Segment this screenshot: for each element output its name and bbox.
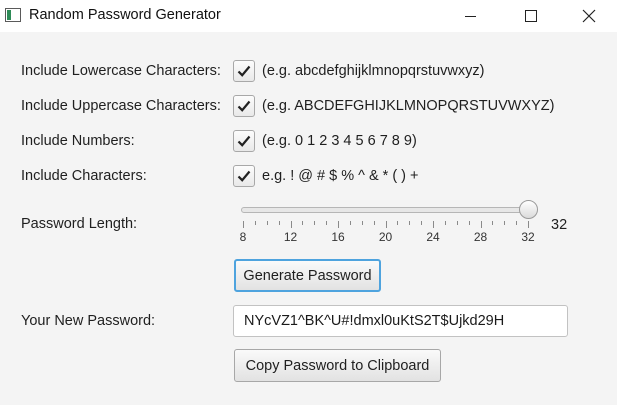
numbers-hint: (e.g. 0 1 2 3 4 5 6 7 8 9) (262, 133, 417, 149)
close-icon (582, 9, 596, 23)
major-tick (385, 221, 387, 228)
special-characters-label: Include Characters: (21, 168, 147, 184)
minor-tick (349, 221, 351, 225)
tick-label: 20 (378, 230, 393, 244)
numbers-checkbox[interactable] (233, 130, 255, 152)
password-length-slider[interactable]: 8 12 16 20 24 28 32 (233, 197, 543, 247)
major-tick (433, 221, 434, 228)
new-password-field[interactable] (233, 305, 568, 337)
numbers-label: Include Numbers: (21, 133, 135, 149)
window-title: Random Password Generator (29, 7, 221, 23)
close-button[interactable] (566, 0, 612, 32)
major-tick (290, 221, 292, 228)
password-length-label: Password Length: (21, 216, 138, 232)
minor-tick (444, 221, 446, 225)
generate-password-button[interactable]: Generate Password (234, 259, 381, 292)
minor-tick (302, 221, 304, 225)
tick-label: 12 (283, 230, 298, 244)
major-tick (528, 221, 529, 228)
minor-tick (516, 221, 518, 225)
main-panel: Include Lowercase Characters: (e.g. abcd… (0, 32, 617, 405)
new-password-label: Your New Password: (21, 313, 156, 329)
minor-tick (492, 221, 494, 225)
minor-tick (421, 221, 423, 225)
check-icon (237, 100, 251, 112)
title-bar: Random Password Generator (0, 0, 617, 32)
check-icon (237, 65, 251, 77)
minor-tick (373, 221, 375, 225)
minor-tick (504, 221, 506, 225)
major-tick (338, 221, 339, 228)
major-tick (480, 221, 482, 228)
uppercase-label: Include Uppercase Characters: (21, 98, 221, 114)
slider-thumb[interactable] (519, 200, 538, 219)
tick-label: 8 (239, 230, 247, 244)
minor-tick (314, 221, 316, 225)
uppercase-checkbox[interactable] (233, 95, 255, 117)
minor-tick (468, 221, 470, 225)
check-icon (237, 170, 251, 182)
check-icon (237, 135, 251, 147)
lowercase-hint: (e.g. abcdefghijklmnopqrstuvwxyz) (262, 63, 485, 79)
app-icon (5, 8, 21, 22)
minor-tick (278, 221, 280, 225)
minor-tick (361, 221, 363, 225)
major-tick (243, 221, 244, 228)
minor-tick (266, 221, 268, 225)
slider-track[interactable] (241, 207, 529, 213)
tick-label: 24 (426, 230, 440, 244)
minimize-button[interactable] (447, 0, 493, 32)
lowercase-checkbox[interactable] (233, 60, 255, 82)
minor-tick (397, 221, 399, 225)
special-characters-hint: e.g. ! @ # $ % ^ & * ( ) + (262, 168, 419, 184)
password-length-value: 32 (551, 217, 568, 233)
tick-label: 16 (331, 230, 345, 244)
minor-tick (456, 221, 458, 225)
special-characters-checkbox[interactable] (233, 165, 255, 187)
minor-tick (326, 221, 328, 225)
maximize-icon (525, 10, 537, 22)
minor-tick (254, 221, 256, 225)
minimize-icon (464, 15, 476, 17)
lowercase-label: Include Lowercase Characters: (21, 63, 221, 79)
uppercase-hint: (e.g. ABCDEFGHIJKLMNOPQRSTUVWXYZ) (262, 98, 555, 114)
copy-password-button[interactable]: Copy Password to Clipboard (234, 349, 441, 382)
maximize-button[interactable] (508, 0, 554, 32)
minor-tick (409, 221, 411, 225)
tick-label: 32 (521, 230, 535, 244)
tick-label: 28 (473, 230, 488, 244)
